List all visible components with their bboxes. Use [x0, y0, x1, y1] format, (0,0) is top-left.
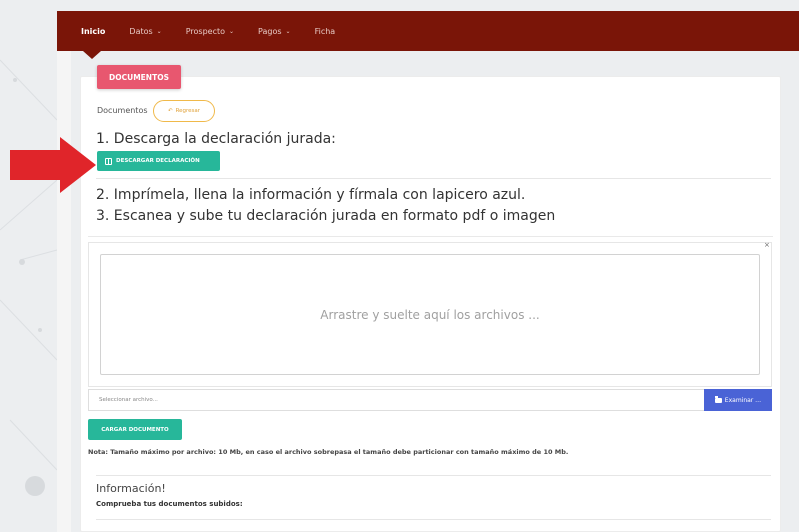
- nav-item-ficha[interactable]: Ficha: [315, 27, 336, 36]
- divider: [88, 236, 773, 237]
- divider: [96, 519, 771, 520]
- documents-label: Documentos: [97, 106, 148, 115]
- file-input-row: Seleccionar archivo... Examinar …: [88, 389, 772, 411]
- return-button[interactable]: ↶ Regresar: [153, 100, 215, 122]
- nav-item-label: Pagos: [258, 26, 282, 36]
- size-note: Nota: Tamaño máximo por archivo: 10 Mb, …: [88, 448, 569, 456]
- browse-button[interactable]: Examinar …: [704, 389, 772, 411]
- download-button-label: DESCARGAR DECLARACIÓN: [116, 158, 200, 164]
- chevron-down-icon: ⌄: [285, 27, 291, 35]
- book-icon: [105, 157, 112, 165]
- nav-item-label: Ficha: [314, 26, 336, 36]
- step-2-text: 2. Imprímela, llena la información y fír…: [96, 187, 526, 203]
- tab-documentos[interactable]: DOCUMENTOS: [97, 65, 181, 89]
- info-subtitle: Comprueba tus documentos subidos:: [96, 500, 243, 508]
- left-side-strip: [57, 51, 71, 532]
- nav-item-label: Prospecto: [185, 26, 225, 36]
- step-1-text: 1. Descarga la declaración jurada:: [96, 131, 336, 147]
- active-nav-indicator: [83, 51, 101, 59]
- chevron-down-icon: ⌄: [156, 27, 162, 35]
- nav-item-label: Datos: [129, 26, 153, 36]
- divider: [96, 475, 771, 476]
- top-navigation-bar: Inicio Datos ⌄ Prospecto ⌄ Pagos ⌄ Ficha: [57, 11, 799, 51]
- divider: [96, 178, 771, 179]
- nav-item-label: Inicio: [81, 26, 106, 36]
- chevron-down-icon: ⌄: [229, 27, 235, 35]
- close-icon[interactable]: ×: [764, 241, 770, 249]
- step-3-text: 3. Escanea y sube tu declaración jurada …: [96, 208, 556, 224]
- return-button-label: Regresar: [175, 108, 201, 114]
- file-drop-zone[interactable]: Arrastre y suelte aquí los archivos ...: [100, 254, 760, 375]
- download-declaration-button[interactable]: DESCARGAR DECLARACIÓN: [97, 151, 220, 171]
- browse-button-label: Examinar …: [724, 396, 762, 404]
- nav-item-datos[interactable]: Datos ⌄: [129, 27, 161, 36]
- back-arrow-icon: ↶: [167, 108, 173, 114]
- folder-icon: [714, 395, 722, 403]
- drop-zone-text: Arrastre y suelte aquí los archivos ...: [320, 307, 540, 322]
- nav-item-inicio[interactable]: Inicio: [81, 27, 105, 36]
- file-input-placeholder[interactable]: Seleccionar archivo...: [99, 397, 158, 403]
- nav-item-prospecto[interactable]: Prospecto ⌄: [186, 27, 234, 36]
- red-arrow-icon: [10, 137, 96, 193]
- nav-item-pagos[interactable]: Pagos ⌄: [258, 27, 291, 36]
- load-document-button[interactable]: CARGAR DOCUMENTO: [88, 419, 182, 440]
- info-title: Información!: [96, 482, 166, 495]
